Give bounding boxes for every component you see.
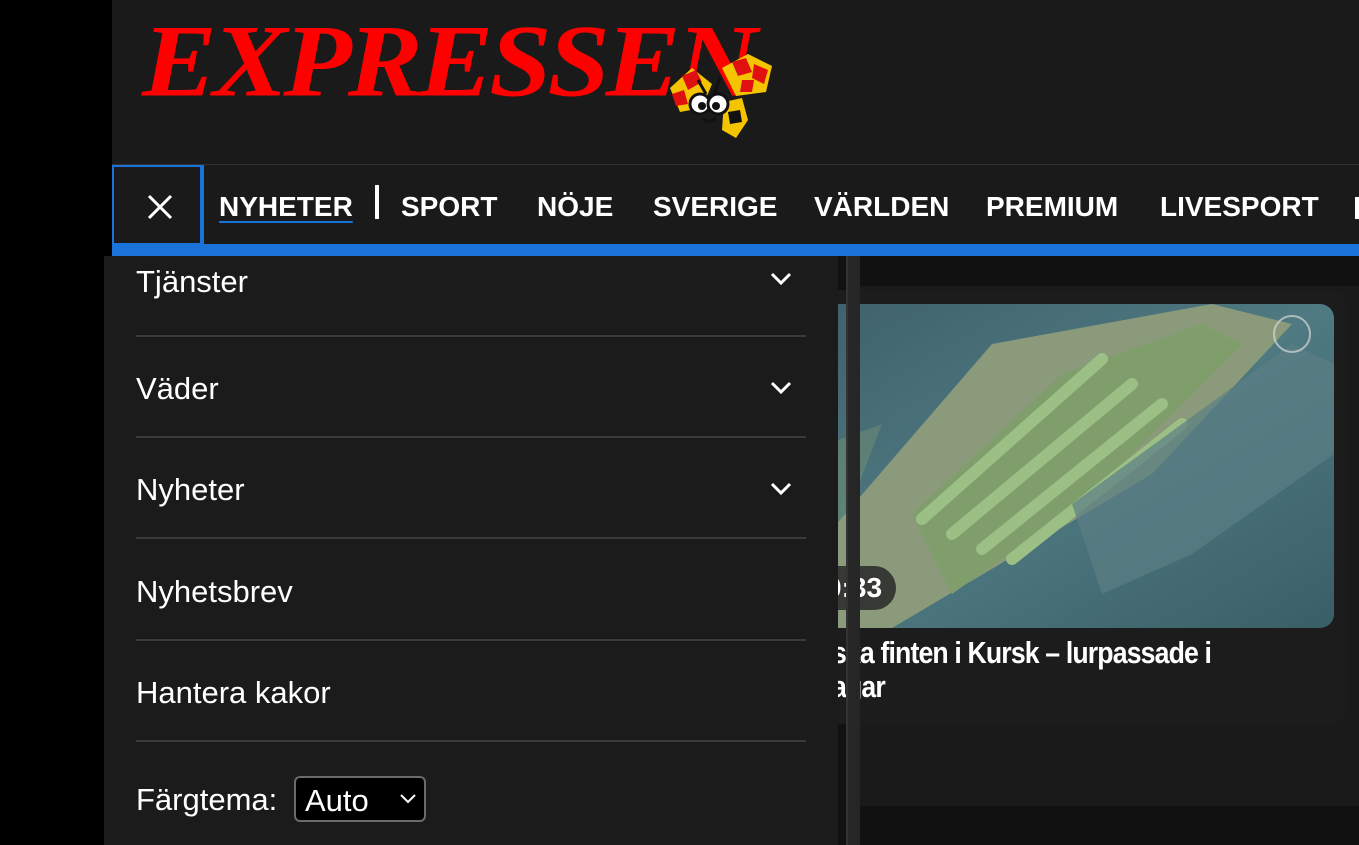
- nav-item-livesport[interactable]: LIVESPORT: [1160, 191, 1319, 223]
- nav-item-noje[interactable]: NÖJE: [537, 191, 613, 223]
- chevron-down-icon: [400, 794, 416, 804]
- left-gutter: [0, 0, 112, 845]
- color-theme-value: Auto: [305, 783, 369, 818]
- nav-overflow-edge: [1355, 197, 1359, 219]
- nav-item-nyheter[interactable]: NYHETER: [219, 191, 353, 223]
- close-icon: [147, 194, 173, 220]
- main-navigation: NYHETER SPORT NÖJE SVERIGE VÄRLDEN PREMI…: [112, 164, 1359, 245]
- expressen-logo[interactable]: EXPRESSEN: [142, 10, 782, 150]
- color-theme-label: Färgtema:: [136, 782, 278, 817]
- menu-item-nyheter[interactable]: Nyheter: [136, 438, 806, 539]
- menu-scrollbar[interactable]: [846, 256, 860, 845]
- menu-item-vader[interactable]: Väder: [136, 337, 806, 438]
- menu-item-label: Nyhetsbrev: [136, 574, 293, 609]
- menu-item-label: Hantera kakor: [136, 675, 331, 710]
- page: EXPRESSEN NYHETER SPORT NÖJE SVERIGE VÄR…: [104, 0, 1359, 845]
- nav-item-sverige[interactable]: SVERIGE: [653, 191, 777, 223]
- nav-item-premium[interactable]: PREMIUM: [986, 191, 1118, 223]
- nav-item-varlden[interactable]: VÄRLDEN: [814, 191, 949, 223]
- nav-separator: [375, 185, 379, 219]
- menu-item-hantera-kakor[interactable]: Hantera kakor: [136, 641, 806, 742]
- chevron-down-icon: [770, 272, 792, 286]
- close-button-divider: [200, 165, 204, 245]
- wasp-icon: [670, 54, 772, 138]
- close-menu-button[interactable]: [112, 165, 202, 245]
- side-menu: Tjänster Väder Nyheter Nyhetsbrev Hanter…: [104, 256, 838, 845]
- menu-item-tjanster[interactable]: Tjänster: [136, 256, 806, 337]
- nav-accent-bar: [112, 244, 1359, 256]
- menu-item-label: Tjänster: [136, 264, 248, 299]
- chevron-down-icon: [770, 482, 792, 496]
- menu-item-label: Nyheter: [136, 472, 245, 507]
- article-headline[interactable]: ska finten i Kursk – lurpassade i agar: [832, 636, 1271, 704]
- nav-item-sport[interactable]: SPORT: [401, 191, 497, 223]
- chevron-down-icon: [770, 381, 792, 395]
- color-theme-setting: Färgtema: Auto: [136, 776, 806, 826]
- masthead: EXPRESSEN: [112, 0, 1359, 164]
- menu-item-nyhetsbrev[interactable]: Nyhetsbrev: [136, 540, 806, 641]
- menu-item-label: Väder: [136, 371, 219, 406]
- color-theme-select[interactable]: Auto: [294, 776, 426, 822]
